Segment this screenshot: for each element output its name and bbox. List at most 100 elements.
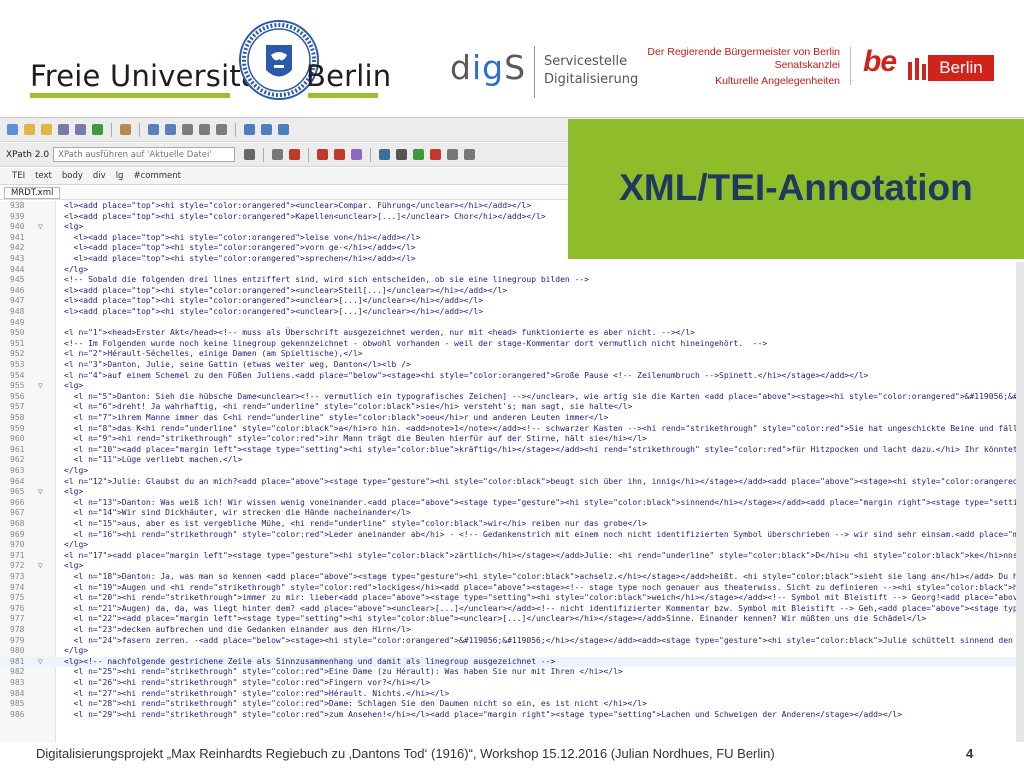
code-line[interactable]: 966 <l n="13">Danton: Was weiß ich! Wir … xyxy=(0,498,1024,509)
breadcrumb-item[interactable]: body xyxy=(62,171,83,181)
code-text: <l n="2">Hérault-Séchelles, einige Damen… xyxy=(64,349,363,359)
remove-tags-icon[interactable] xyxy=(430,149,442,160)
toolbar-separator xyxy=(370,147,372,162)
code-text: <l n="13">Danton: Was weiß ich! Wir wiss… xyxy=(73,497,1024,507)
code-line[interactable]: 954 <l n="4">auf einem Schemel zu den Füß… xyxy=(0,371,1024,382)
new-file-icon[interactable] xyxy=(7,124,18,135)
transform-scenario-icon[interactable] xyxy=(351,149,363,160)
code-line[interactable]: 973 <l n="18">Danton: Ja, was man so ken… xyxy=(0,572,1024,583)
code-line[interactable]: 964 <l n="12">Julie: Glaubst du an mich?<… xyxy=(0,477,1024,488)
code-line[interactable]: 972 ▽ <lg> xyxy=(0,561,1024,572)
code-line[interactable]: 970 </lg> xyxy=(0,540,1024,551)
code-line[interactable]: 953 <l n="3">Danton, Julie, seine Gattin … xyxy=(0,360,1024,371)
code-line[interactable]: 968 <l n="15">aus, aber es ist vergeblic… xyxy=(0,519,1024,530)
code-line[interactable]: 959 <l n="8">das K<hi rend="underline" s… xyxy=(0,424,1024,435)
code-line[interactable]: 958 <l n="7">ihrem Manne immer das C<hi … xyxy=(0,413,1024,424)
code-line[interactable]: 951 <!-- Im Folgenden wurde noch keine li… xyxy=(0,339,1024,350)
code-line[interactable]: 980 </lg> xyxy=(0,646,1024,657)
code-line[interactable]: 971 <l n="17"><add place="margin left"><s… xyxy=(0,551,1024,562)
vertical-scrollbar[interactable] xyxy=(1016,262,1024,742)
code-line[interactable]: 948 <l><add place="top"><hi style="color:… xyxy=(0,307,1024,318)
fold-toggle-icon[interactable]: ▽ xyxy=(38,381,43,392)
code-line[interactable]: 961 <l n="10"><add place="margin left"><… xyxy=(0,445,1024,456)
xpath-version-select[interactable]: XPath 2.0 xyxy=(6,150,49,160)
undo-icon[interactable] xyxy=(244,124,255,135)
line-number: 968 xyxy=(10,519,25,528)
settings-icon[interactable] xyxy=(244,149,256,160)
new-document-icon[interactable] xyxy=(272,149,284,160)
toolbar-separator xyxy=(235,122,236,137)
validate-icon[interactable] xyxy=(289,149,301,160)
code-line[interactable]: 982 <l n="25"><hi rend="strikethrough" s… xyxy=(0,667,1024,678)
code-editor[interactable]: 938 <l><add place="top"><hi style="color:… xyxy=(0,201,1024,742)
code-line[interactable]: 978 <l n="23">decken aufbrechen und die … xyxy=(0,625,1024,636)
tag-icon[interactable] xyxy=(396,149,408,160)
breadcrumb-item[interactable]: TEI xyxy=(12,171,25,181)
debug-icon[interactable] xyxy=(334,149,346,160)
code-line[interactable]: 962 <l n="11">Lüge verliebt machen.</l> xyxy=(0,455,1024,466)
format-indent-icon[interactable] xyxy=(379,149,391,160)
code-line[interactable]: 977 <l n="22"><add place="margin left"><… xyxy=(0,614,1024,625)
code-text: <l n="10"><add place="margin left"><stag… xyxy=(73,444,1024,454)
breadcrumb-item[interactable]: text xyxy=(35,171,52,181)
code-line[interactable]: 979 <l n="24">fasern zerren. -<add place… xyxy=(0,636,1024,647)
code-text: <l><add place="top"><hi style="color:ora… xyxy=(64,296,484,306)
fold-toggle-icon[interactable]: ▽ xyxy=(38,222,43,233)
code-line[interactable]: 967 <l n="14">Wir sind Dickhäuter, wir s… xyxy=(0,508,1024,519)
code-line[interactable]: 960 <l n="9"><hi rend="strikethrough" st… xyxy=(0,434,1024,445)
code-line[interactable]: 986 <l n="29"><hi rend="strikethrough" s… xyxy=(0,710,1024,721)
forward-icon[interactable] xyxy=(278,124,289,135)
cut-icon[interactable] xyxy=(182,124,193,135)
spellcheck-icon[interactable] xyxy=(120,124,131,135)
code-line[interactable]: 957 <l n="6">dreht! Ja wahrhaftig, <hi r… xyxy=(0,402,1024,413)
save-all-icon[interactable] xyxy=(75,124,86,135)
fold-toggle-icon[interactable]: ▽ xyxy=(38,487,43,498)
back-icon[interactable] xyxy=(261,124,272,135)
copy-icon[interactable] xyxy=(199,124,210,135)
breadcrumb-item[interactable]: lg xyxy=(116,171,124,181)
digis-divider xyxy=(534,46,535,98)
reload-icon[interactable] xyxy=(92,124,103,135)
breadcrumb-item[interactable]: div xyxy=(93,171,106,181)
code-line[interactable]: 945 <!-- Sobald die folgenden drei lines … xyxy=(0,275,1024,286)
code-line[interactable]: 956 <l n="5">Danton: Sieh die hübsche Da… xyxy=(0,392,1024,403)
file-tab[interactable]: MRDT.xml xyxy=(4,187,61,199)
unindent-icon[interactable] xyxy=(464,149,476,160)
breadcrumb-item[interactable]: #comment xyxy=(133,171,181,181)
page-number: 4 xyxy=(966,746,974,761)
line-number: 981 xyxy=(10,656,25,666)
code-line[interactable]: 983 <l n="26"><hi rend="strikethrough" s… xyxy=(0,678,1024,689)
code-line[interactable]: 965 ▽ <lg> xyxy=(0,487,1024,498)
code-line[interactable]: 963 </lg> xyxy=(0,466,1024,477)
edit-icon[interactable] xyxy=(447,149,459,160)
code-text: <l><add place="top"><hi style="color:ora… xyxy=(64,201,532,210)
code-line[interactable]: 947 <l><add place="top"><hi style="color:… xyxy=(0,296,1024,307)
line-number: 951 xyxy=(10,338,25,348)
code-line[interactable]: 955 ▽ <lg> xyxy=(0,381,1024,392)
slide-title: XML/TEI-Annotation xyxy=(619,167,973,208)
line-number: 953 xyxy=(10,360,25,369)
open-url-icon[interactable] xyxy=(41,124,52,135)
fold-toggle-icon[interactable]: ▽ xyxy=(38,561,43,572)
code-line[interactable]: 944 </lg> xyxy=(0,265,1024,276)
code-line[interactable]: 976 <l n="21">Augen) da, da, was liegt h… xyxy=(0,604,1024,615)
comment-icon[interactable] xyxy=(413,149,425,160)
code-line[interactable]: 975 <l n="20"><hi rend="strikethrough">i… xyxy=(0,593,1024,604)
code-line[interactable]: 952 <l n="2">Hérault-Séchelles, einige Da… xyxy=(0,349,1024,360)
find-icon[interactable] xyxy=(148,124,159,135)
open-folder-icon[interactable] xyxy=(24,124,35,135)
fold-toggle-icon[interactable]: ▽ xyxy=(38,657,43,668)
paste-icon[interactable] xyxy=(216,124,227,135)
code-line[interactable]: 946 <l><add place="top"><hi style="color:… xyxy=(0,286,1024,297)
save-icon[interactable] xyxy=(58,124,69,135)
code-line[interactable]: 985 <l n="28"><hi rend="strikethrough" s… xyxy=(0,699,1024,710)
code-line[interactable]: 974 <l n="19">Augen und <hi rend="strike… xyxy=(0,583,1024,594)
code-line[interactable]: 949 xyxy=(0,318,1024,329)
find-in-files-icon[interactable] xyxy=(165,124,176,135)
xpath-input[interactable] xyxy=(53,147,236,162)
code-line[interactable]: 984 <l n="27"><hi rend="strikethrough" s… xyxy=(0,689,1024,700)
code-line[interactable]: 950 <l n="1"><head>Erster Akt</head><!-- … xyxy=(0,328,1024,339)
code-line[interactable]: 969 <l n="16"><hi rend="strikethrough" s… xyxy=(0,530,1024,541)
run-transform-icon[interactable] xyxy=(317,149,329,160)
code-line[interactable]: 981 ▽ <lg><!-- nachfolgende gestrichene Ze… xyxy=(0,656,1024,668)
